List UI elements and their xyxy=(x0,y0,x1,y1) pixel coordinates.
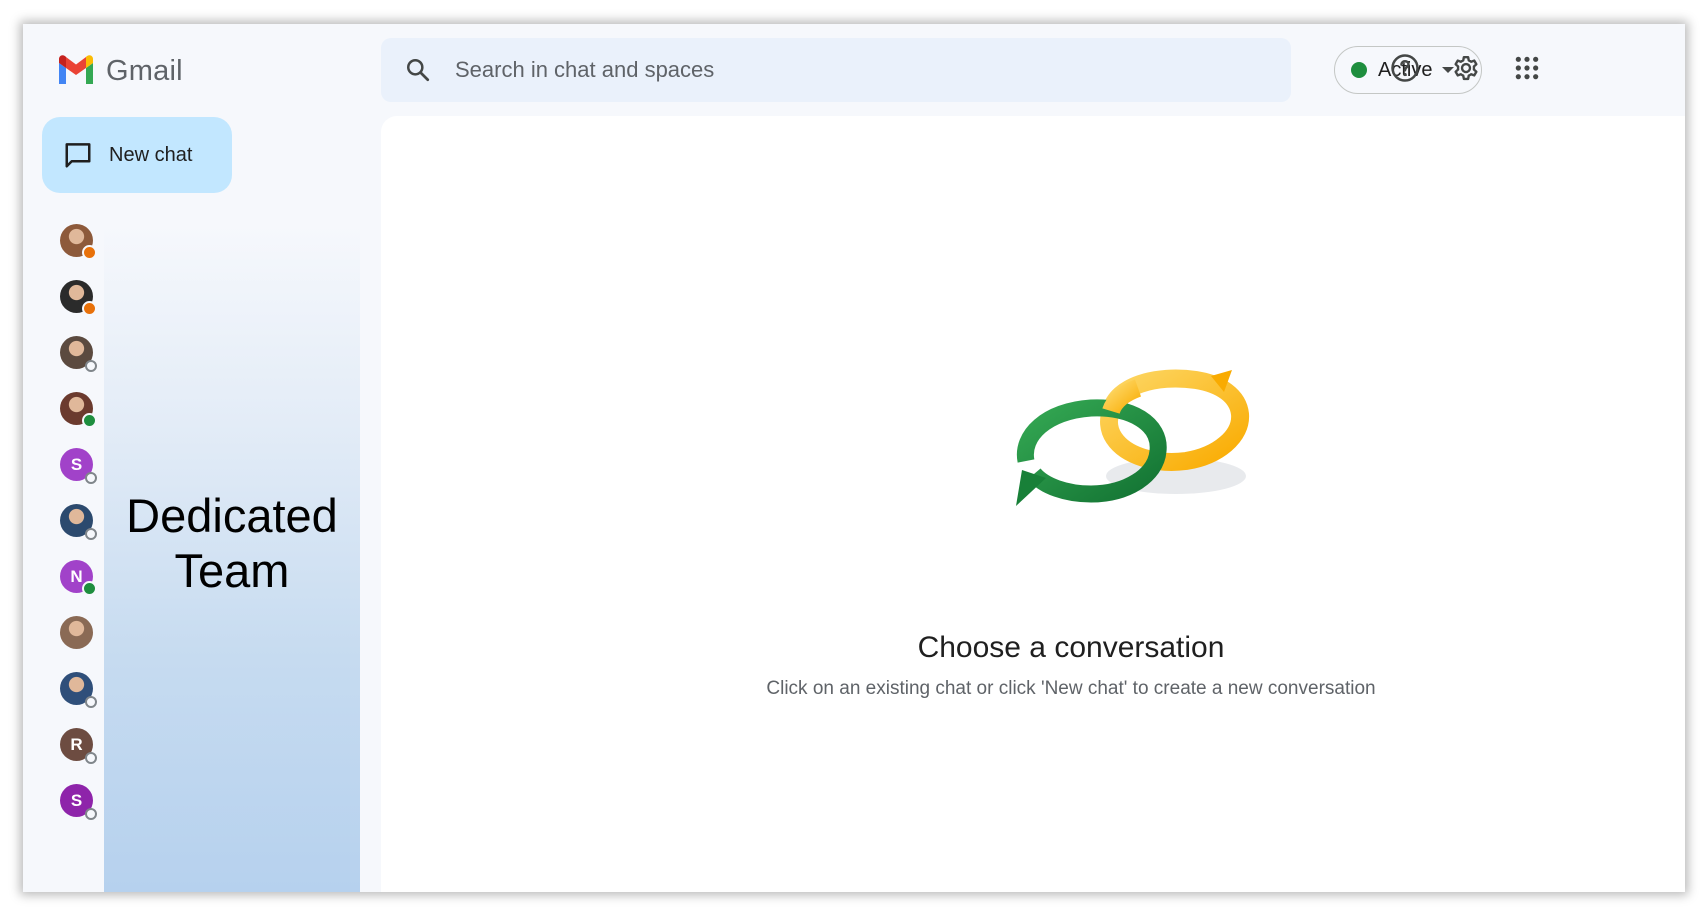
presence-away-indicator xyxy=(82,301,97,316)
presence-offline-indicator xyxy=(85,696,97,708)
settings-button[interactable] xyxy=(1446,50,1486,90)
avatar-letter[interactable]: S xyxy=(60,448,97,484)
presence-offline-indicator xyxy=(85,808,97,820)
avatar-photo[interactable] xyxy=(60,616,93,649)
search-bar[interactable] xyxy=(381,38,1291,102)
new-chat-button[interactable]: New chat xyxy=(42,117,232,193)
presence-offline-indicator xyxy=(85,752,97,764)
search-input[interactable] xyxy=(453,56,1237,84)
presence-away-indicator xyxy=(82,245,97,260)
apps-button[interactable] xyxy=(1507,50,1547,90)
presence-active-indicator xyxy=(82,413,97,428)
chat-bubble-icon xyxy=(61,138,95,172)
main-pane: Choose a conversation Click on an existi… xyxy=(381,116,1685,892)
presence-active-indicator xyxy=(82,581,97,596)
avatar-photo[interactable] xyxy=(60,224,97,260)
dedicated-team-panel: Dedicated Team xyxy=(104,224,360,892)
presence-offline-indicator xyxy=(85,528,97,540)
help-button[interactable] xyxy=(1385,50,1425,90)
avatar-letter[interactable]: S xyxy=(60,784,97,820)
gmail-logo[interactable]: Gmail xyxy=(56,54,183,89)
status-dot xyxy=(1351,62,1367,78)
gmail-m-logo-icon xyxy=(56,54,96,89)
presence-offline-indicator xyxy=(85,360,97,372)
avatar-photo[interactable] xyxy=(60,672,97,708)
help-icon xyxy=(1390,53,1420,88)
avatar-photo[interactable] xyxy=(60,504,97,540)
empty-state-subtitle: Click on an existing chat or click 'New … xyxy=(766,678,1376,699)
search-icon[interactable] xyxy=(405,57,431,83)
app-window: Gmail Active xyxy=(23,24,1685,892)
apps-grid-icon xyxy=(1514,55,1540,86)
empty-state-title: Choose a conversation xyxy=(917,631,1225,664)
avatar-photo[interactable] xyxy=(60,392,97,428)
presence-offline-indicator xyxy=(85,472,97,484)
avatar-photo[interactable] xyxy=(60,336,97,372)
team-label: Dedicated Team xyxy=(126,489,338,597)
new-chat-label: New chat xyxy=(109,143,193,166)
chat-bubbles-illustration xyxy=(1006,366,1266,536)
avatar-letter[interactable]: N xyxy=(60,560,97,596)
avatar-photo[interactable] xyxy=(60,280,97,316)
app-name: Gmail xyxy=(106,55,183,87)
avatar-letter[interactable]: R xyxy=(60,728,97,764)
gear-icon xyxy=(1451,53,1481,88)
